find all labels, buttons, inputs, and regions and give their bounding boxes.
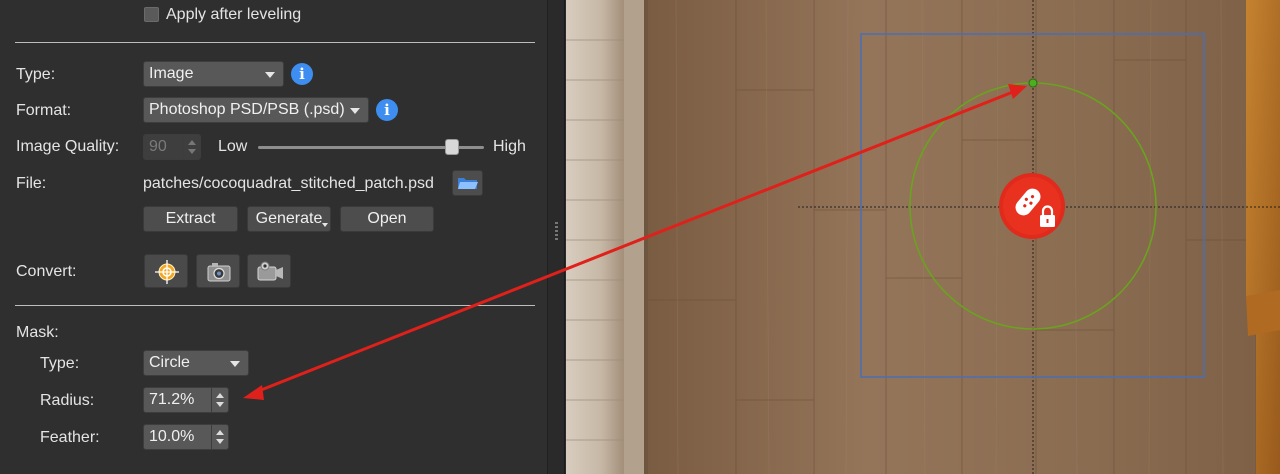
- radius-label: Radius:: [40, 392, 95, 409]
- type-label: Type:: [16, 66, 56, 83]
- mask-heading: Mask:: [16, 324, 59, 341]
- convert-target-button[interactable]: [144, 254, 188, 288]
- extract-button[interactable]: Extract: [143, 206, 238, 232]
- stepper-down-icon[interactable]: [188, 149, 196, 154]
- convert-camera-button[interactable]: [196, 254, 240, 288]
- quality-high-label: High: [493, 138, 526, 155]
- radius-stepper[interactable]: 71.2%: [143, 387, 229, 413]
- stepper-up-icon[interactable]: [216, 430, 224, 435]
- type-select-value: Image: [149, 65, 194, 82]
- format-label: Format:: [16, 102, 72, 119]
- type-select[interactable]: Image: [143, 61, 284, 87]
- target-icon: [155, 260, 179, 284]
- splitter-grip-icon: [555, 222, 558, 240]
- apply-after-leveling-checkbox[interactable]: [144, 7, 159, 22]
- patch-settings-panel: Apply after leveling Type: Image i Forma…: [0, 0, 548, 474]
- divider: [15, 305, 535, 306]
- video-camera-icon: [257, 261, 283, 281]
- convert-label: Convert:: [16, 263, 77, 280]
- mask-type-label: Type:: [40, 355, 80, 372]
- panorama-preview-canvas[interactable]: [566, 0, 1280, 474]
- open-button[interactable]: Open: [340, 206, 434, 232]
- radius-value: 71.2%: [149, 391, 195, 408]
- wood-floor-image: [566, 0, 1280, 474]
- chevron-down-icon: [350, 108, 360, 114]
- image-quality-stepper[interactable]: 90: [143, 134, 201, 160]
- file-path: patches/cocoquadrat_stitched_patch.psd: [143, 175, 434, 192]
- mask-radius-handle[interactable]: [1028, 78, 1038, 88]
- chevron-down-icon: [265, 72, 275, 78]
- stepper-down-icon[interactable]: [216, 402, 224, 407]
- generate-button-label: Generate: [255, 210, 323, 227]
- mask-type-value: Circle: [149, 354, 190, 371]
- feather-value: 10.0%: [149, 428, 195, 445]
- chevron-down-icon: [230, 361, 240, 367]
- image-quality-slider-knob[interactable]: [444, 139, 459, 155]
- stepper-up-icon[interactable]: [216, 393, 224, 398]
- apply-after-leveling-label: Apply after leveling: [166, 6, 302, 23]
- file-label: File:: [16, 175, 47, 192]
- convert-video-button[interactable]: [247, 254, 291, 288]
- feather-label: Feather:: [40, 429, 100, 446]
- patch-lock-icon[interactable]: [999, 173, 1065, 239]
- mask-type-select[interactable]: Circle: [143, 350, 249, 376]
- format-select[interactable]: Photoshop PSD/PSB (.psd): [143, 97, 369, 123]
- divider: [15, 42, 535, 43]
- feather-stepper[interactable]: 10.0%: [143, 424, 229, 450]
- camera-icon: [207, 263, 231, 282]
- folder-icon: [457, 178, 478, 189]
- generate-button[interactable]: Generate: [247, 206, 331, 232]
- browse-file-button[interactable]: [452, 170, 483, 196]
- type-info-icon[interactable]: i: [291, 63, 313, 85]
- stepper-down-icon[interactable]: [216, 439, 224, 444]
- quality-low-label: Low: [218, 138, 248, 155]
- image-quality-label: Image Quality:: [16, 138, 120, 155]
- chevron-down-icon: [322, 223, 328, 227]
- stepper-up-icon[interactable]: [188, 140, 196, 145]
- format-info-icon[interactable]: i: [376, 99, 398, 121]
- image-quality-value: 90: [149, 138, 167, 155]
- panel-splitter[interactable]: [548, 0, 565, 474]
- format-select-value: Photoshop PSD/PSB (.psd): [149, 101, 345, 118]
